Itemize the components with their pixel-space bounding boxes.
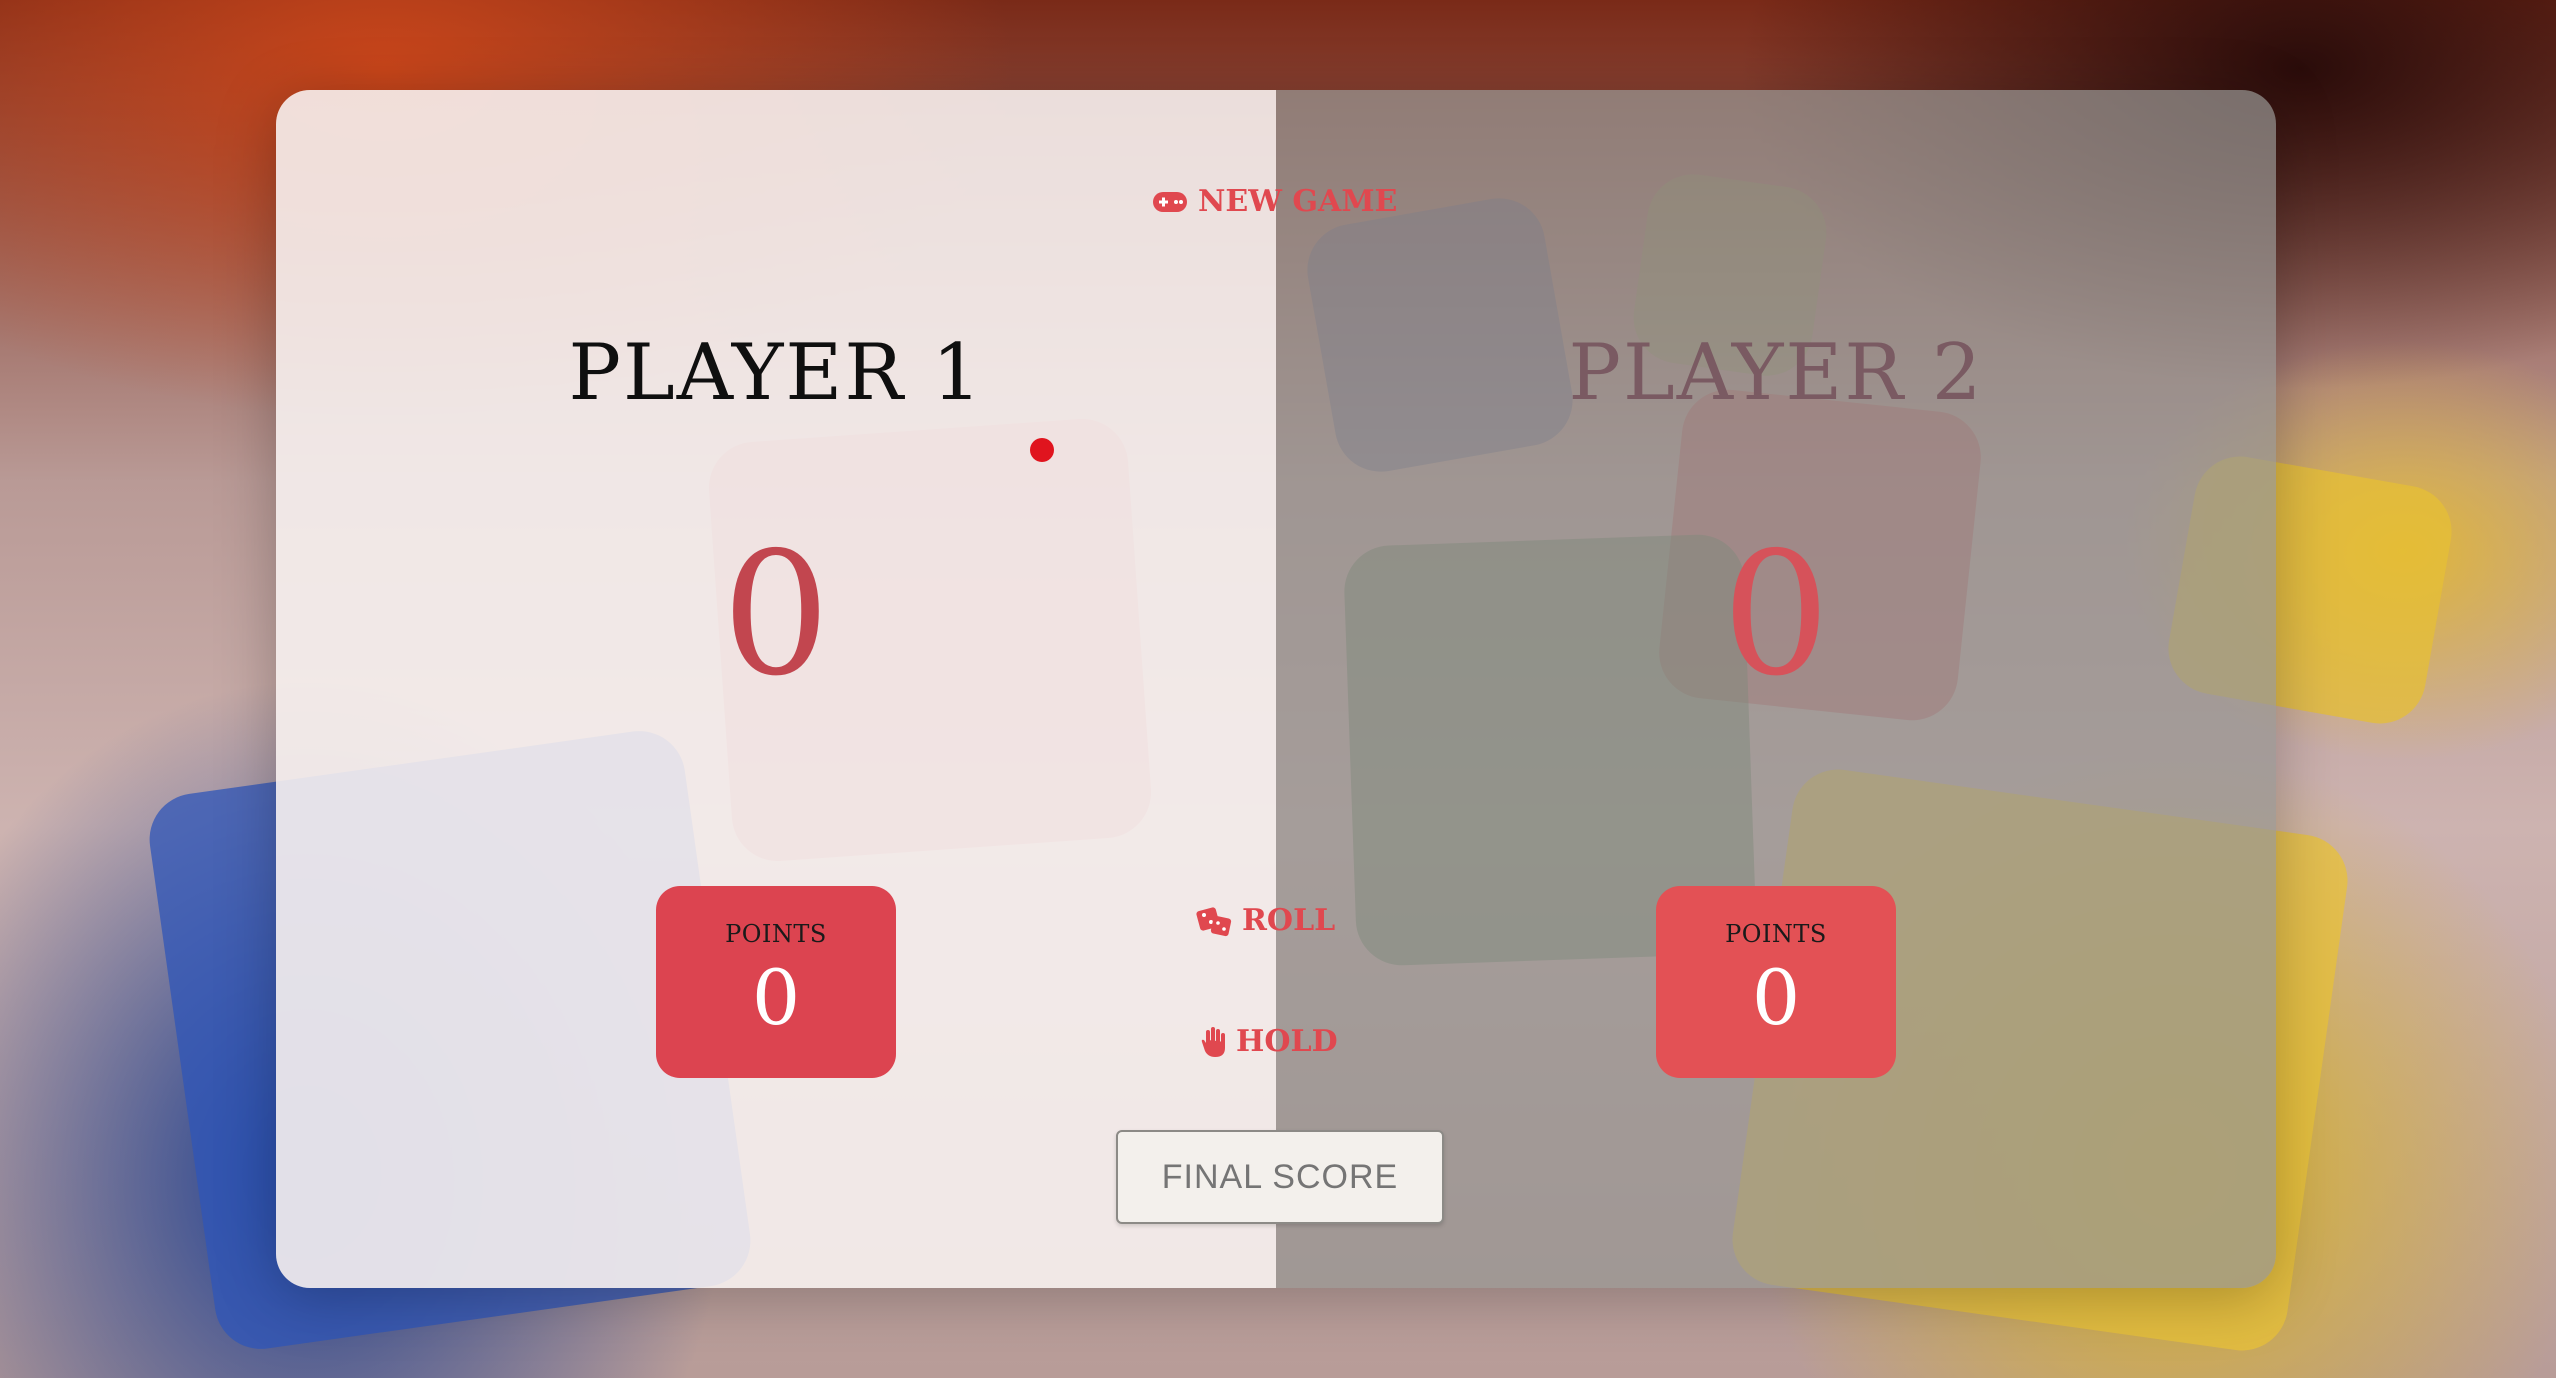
player-1-panel: PLAYER 1 0 POINTS 0 <box>276 90 1276 1288</box>
player-2-name: PLAYER 2 <box>1568 328 1984 418</box>
player-1-points-label: POINTS <box>725 920 827 948</box>
final-score-input[interactable] <box>1116 1130 1444 1224</box>
player-2-panel: PLAYER 2 0 POINTS 0 <box>1276 90 2276 1288</box>
new-game-button[interactable]: NEW GAME <box>1152 184 1397 219</box>
hold-label: HOLD <box>1236 1024 1338 1059</box>
player-2-current-points: POINTS 0 <box>1656 886 1896 1078</box>
active-player-indicator <box>1030 438 1054 462</box>
gamepad-icon <box>1152 191 1188 213</box>
new-game-label: NEW GAME <box>1198 184 1398 219</box>
dice-icon <box>1196 905 1232 937</box>
player-1-current-points: POINTS 0 <box>656 886 896 1078</box>
player-1-name: PLAYER 1 <box>568 328 984 418</box>
player-2-points-label: POINTS <box>1725 920 1827 948</box>
player-2-total-score: 0 <box>1721 516 1831 714</box>
hand-icon <box>1200 1026 1226 1058</box>
player-1-total-score: 0 <box>721 516 831 714</box>
hold-button[interactable]: HOLD <box>1200 1024 1338 1059</box>
game-board: PLAYER 1 0 POINTS 0 PLAYER 2 0 POINTS 0 <box>276 90 2276 1288</box>
roll-label: ROLL <box>1242 903 1336 938</box>
player-2-points-value: 0 <box>1751 953 1801 1042</box>
player-1-points-value: 0 <box>751 953 801 1042</box>
roll-dice-button[interactable]: ROLL <box>1196 903 1335 938</box>
